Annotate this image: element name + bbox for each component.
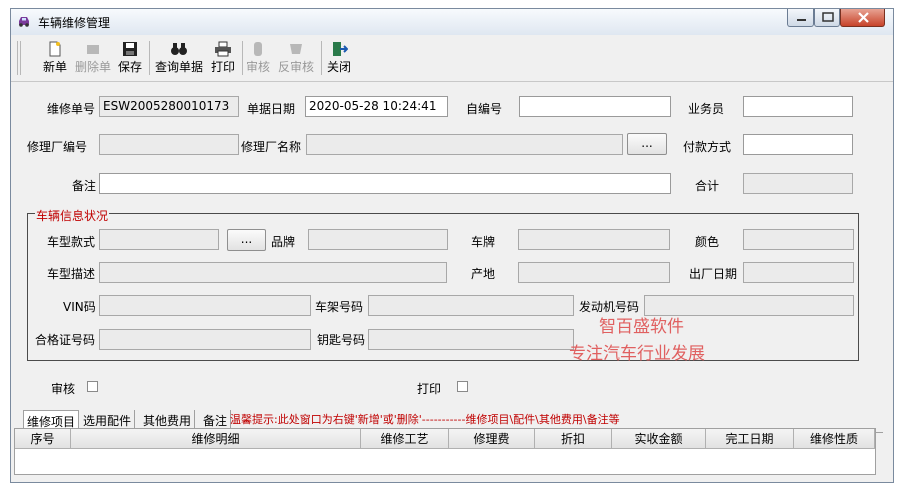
desc-field[interactable] xyxy=(99,262,447,283)
col-header-received[interactable]: 实收金额 xyxy=(612,429,706,449)
desc-label: 车型描述 xyxy=(47,267,96,281)
maximize-icon xyxy=(822,12,834,22)
cert-field[interactable] xyxy=(99,329,311,350)
brand-field[interactable] xyxy=(308,229,448,250)
vehicle-info-title: 车辆信息状况 xyxy=(35,207,110,224)
unaudit-icon xyxy=(290,44,302,54)
origin-label: 产地 xyxy=(471,267,496,281)
factory-browse-button[interactable]: ... xyxy=(627,133,667,155)
date-label: 单据日期 xyxy=(247,102,296,116)
query-label: 查询单据 xyxy=(155,60,204,74)
remark-label: 备注 xyxy=(72,179,97,193)
audit-check-label: 审核 xyxy=(51,382,76,396)
date-field[interactable]: 2020-05-28 10:24:41 xyxy=(305,96,448,117)
print-label: 打印 xyxy=(211,60,236,74)
watermark-line1: 智百盛软件 xyxy=(599,317,684,337)
audit-checkbox[interactable] xyxy=(87,381,98,392)
vin-label: VIN码 xyxy=(63,300,96,314)
order-no-field[interactable]: ESW2005280010173 xyxy=(99,96,239,117)
col-header-detail[interactable]: 维修明细 xyxy=(71,429,361,449)
audit-label: 审核 xyxy=(246,60,271,74)
salesman-label: 业务员 xyxy=(688,102,725,116)
watermark-line2: 专注汽车行业发展 xyxy=(569,344,705,364)
col-header-nature[interactable]: 维修性质 xyxy=(794,429,875,449)
col-header-finish-date[interactable]: 完工日期 xyxy=(706,429,794,449)
color-label: 颜色 xyxy=(695,235,720,249)
col-header-process[interactable]: 维修工艺 xyxy=(361,429,449,449)
car-icon xyxy=(19,17,29,27)
vin-field[interactable] xyxy=(99,295,311,316)
col-header-fee[interactable]: 修理费 xyxy=(449,429,535,449)
factory-code-label: 修理厂编号 xyxy=(27,140,88,154)
title-bar: 车辆维修管理 xyxy=(11,9,893,36)
delete-button[interactable]: 删除单 xyxy=(75,41,111,75)
factory-name-label: 修理厂名称 xyxy=(241,140,302,154)
origin-field[interactable] xyxy=(518,262,670,283)
total-field[interactable] xyxy=(743,173,853,194)
order-no-label: 维修单号 xyxy=(47,102,96,116)
toolbar-separator xyxy=(321,41,322,75)
query-button[interactable]: 查询单据 xyxy=(155,41,203,75)
print-check-label: 打印 xyxy=(417,382,442,396)
printer-icon xyxy=(215,41,231,57)
total-label: 合计 xyxy=(695,179,720,193)
frame-field[interactable] xyxy=(368,295,574,316)
print-checkbox[interactable] xyxy=(457,381,468,392)
payment-label: 付款方式 xyxy=(683,140,732,154)
close-icon xyxy=(858,12,869,23)
col-header-seq[interactable]: 序号 xyxy=(15,429,71,449)
toolbar-separator xyxy=(149,41,150,75)
factory-name-field[interactable] xyxy=(306,134,623,155)
payment-field[interactable] xyxy=(743,134,853,155)
cert-label: 合格证号码 xyxy=(35,333,96,347)
toolbar-separator xyxy=(242,41,243,75)
factory-code-field[interactable] xyxy=(99,134,239,155)
self-no-field[interactable] xyxy=(519,96,671,117)
binoculars-icon xyxy=(171,43,187,55)
delete-icon xyxy=(87,45,99,54)
model-browse-button[interactable]: ... xyxy=(227,229,266,251)
salesman-field[interactable] xyxy=(743,96,853,117)
key-field[interactable] xyxy=(368,329,574,350)
close-label: 关闭 xyxy=(327,60,352,74)
model-label: 车型款式 xyxy=(47,235,96,249)
plate-label: 车牌 xyxy=(471,235,496,249)
color-field[interactable] xyxy=(743,229,854,250)
new-button[interactable]: 新单 xyxy=(43,41,67,75)
mfg-date-label: 出厂日期 xyxy=(689,267,738,281)
toolbar-grip xyxy=(20,41,21,75)
new-document-icon xyxy=(49,41,61,57)
plate-field[interactable] xyxy=(518,229,670,250)
audit-button[interactable]: 审核 xyxy=(246,41,270,75)
close-button[interactable]: 关闭 xyxy=(327,41,351,75)
exit-door-icon xyxy=(333,42,348,56)
delete-label: 删除单 xyxy=(75,60,112,74)
save-icon xyxy=(123,42,137,56)
save-button[interactable]: 保存 xyxy=(118,41,142,75)
remark-field[interactable] xyxy=(99,173,671,194)
maximize-button[interactable] xyxy=(814,9,840,27)
audit-icon xyxy=(254,42,262,56)
repair-items-grid[interactable]: 序号 维修明细 维修工艺 修理费 折扣 实收金额 完工日期 维修性质 xyxy=(14,428,876,475)
new-label: 新单 xyxy=(43,60,68,74)
minimize-button[interactable] xyxy=(787,9,814,27)
close-window-button[interactable] xyxy=(840,9,885,27)
minimize-icon xyxy=(797,19,806,21)
self-no-label: 自编号 xyxy=(466,102,503,116)
col-header-discount[interactable]: 折扣 xyxy=(535,429,612,449)
window-title: 车辆维修管理 xyxy=(38,16,111,30)
key-label: 钥匙号码 xyxy=(317,333,366,347)
mfg-date-field[interactable] xyxy=(743,262,854,283)
brand-label: 品牌 xyxy=(271,235,296,249)
model-field[interactable] xyxy=(99,229,219,250)
unaudit-label: 反审核 xyxy=(278,60,315,74)
tip-text: 温馨提示:此处窗口为右键'新增'或'删除'-----------维修项目\配件\… xyxy=(230,413,620,426)
toolbar: 新单 删除单 保存 查询单据 打印 审核 反审核 关闭 xyxy=(11,35,893,82)
save-label: 保存 xyxy=(118,60,143,74)
frame-label: 车架号码 xyxy=(315,300,364,314)
print-button[interactable]: 打印 xyxy=(211,41,235,75)
toolbar-grip xyxy=(17,41,18,75)
unaudit-button[interactable]: 反审核 xyxy=(278,41,314,75)
